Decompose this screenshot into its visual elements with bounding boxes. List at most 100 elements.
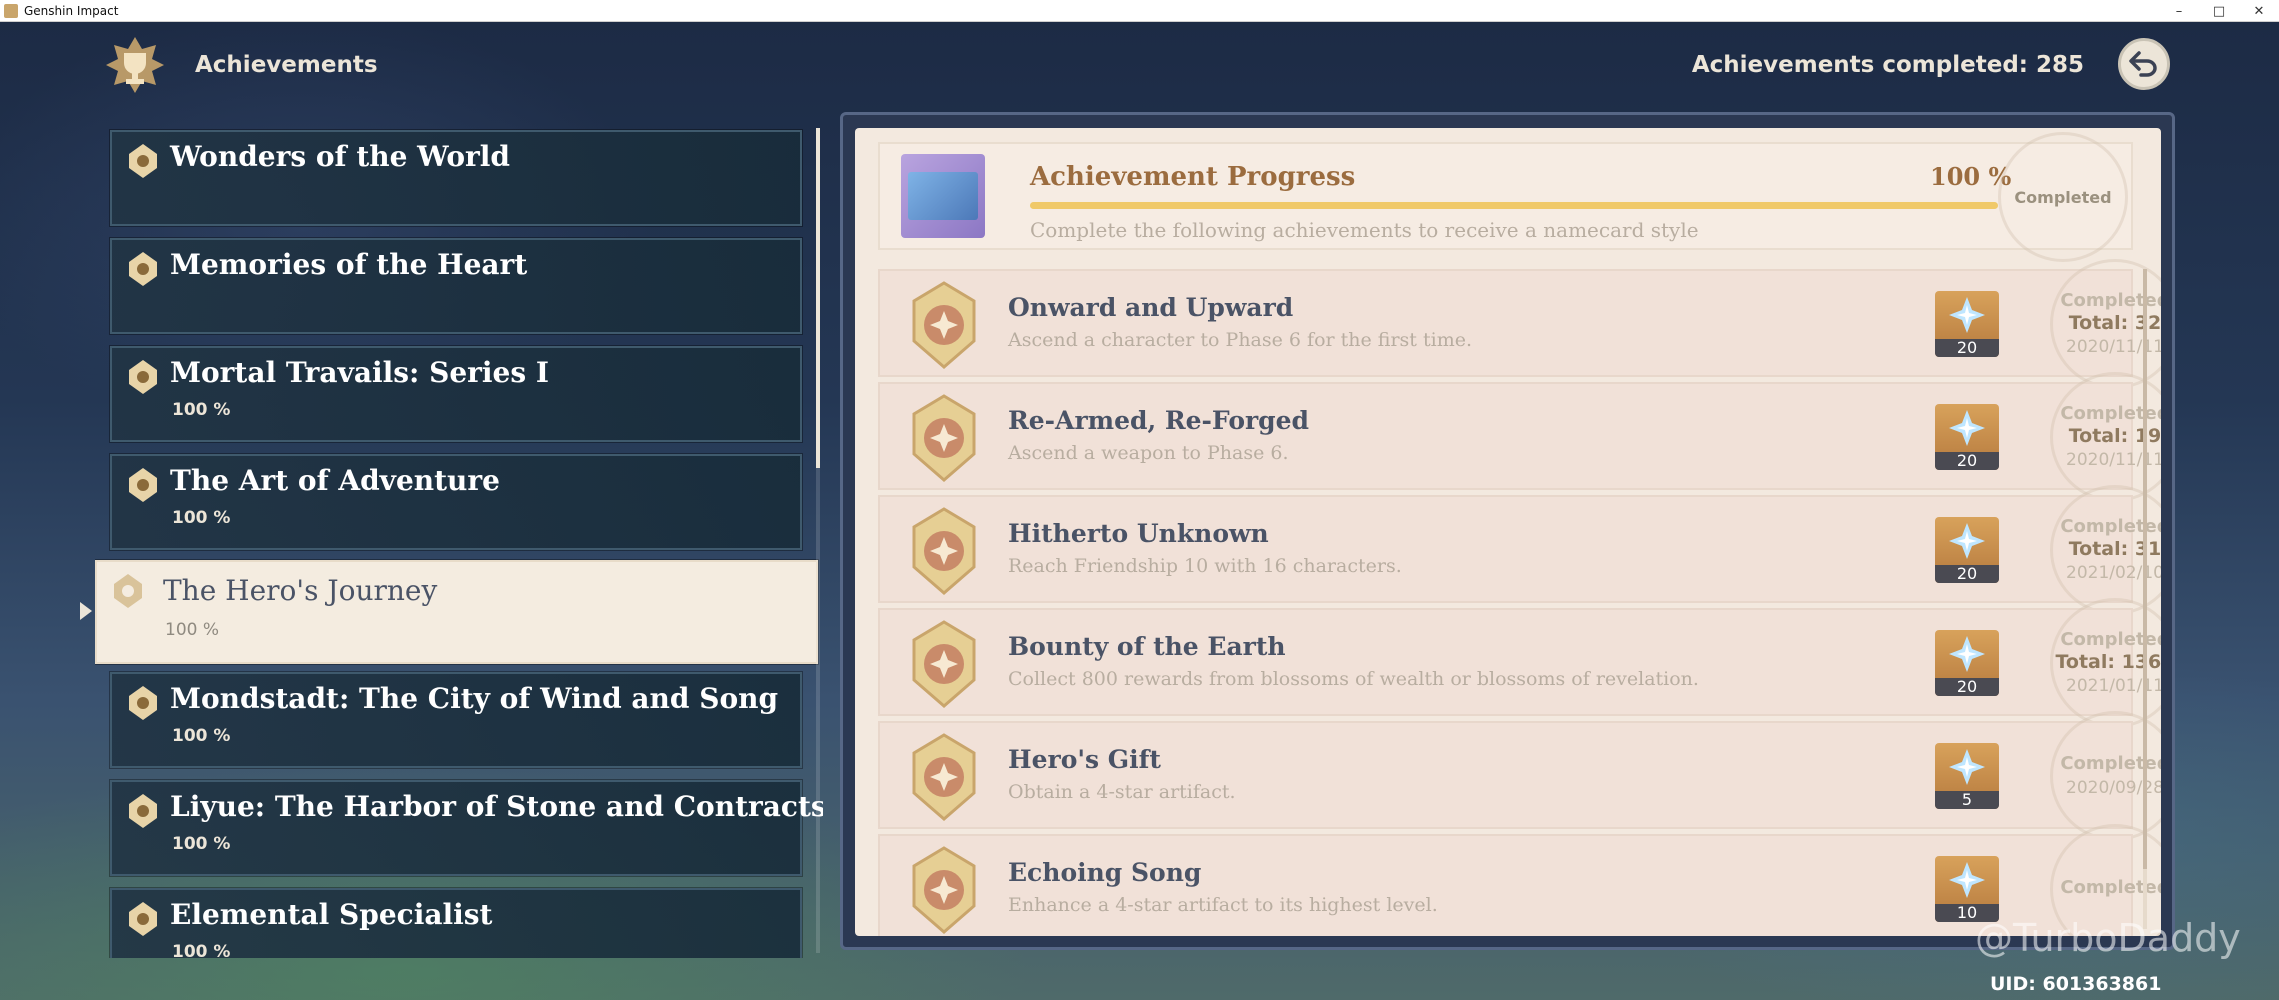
page-title: Achievements <box>195 52 378 78</box>
primogem-icon <box>1949 749 1985 785</box>
achievement-category-icon <box>129 144 157 178</box>
progress-title: Achievement Progress <box>1030 162 1356 192</box>
primogem-reward[interactable]: 10 <box>1935 856 1999 922</box>
category-name: Memories of the Heart <box>170 248 528 281</box>
reward-count: 20 <box>1935 565 1999 583</box>
category-progress: 100 % <box>172 508 231 528</box>
primogem-icon <box>1949 862 1985 898</box>
category-progress: 100 % <box>165 620 220 640</box>
selection-indicator-icon <box>80 602 92 620</box>
category-item[interactable]: The Art of Adventure 100 % <box>109 453 803 551</box>
achievement-total: Total: 19 <box>2068 425 2161 447</box>
achievement-category-icon <box>129 902 157 936</box>
achievement-title: Hero's Gift <box>1008 745 1161 774</box>
achievement-title: Echoing Song <box>1008 858 1202 887</box>
achievement-category-icon <box>129 468 157 502</box>
achievement-medal-icon <box>912 846 976 934</box>
progress-description: Complete the following achievements to r… <box>1030 218 1699 242</box>
category-name: The Hero's Journey <box>163 574 438 607</box>
category-progress: 100 % <box>172 400 231 420</box>
achievement-category-icon <box>114 574 142 608</box>
window-controls: – □ ✕ <box>2159 0 2279 22</box>
achievement-description: Enhance a 4-star artifact to its highest… <box>1008 894 1438 916</box>
category-progress: 100 % <box>172 726 231 746</box>
category-item[interactable]: Wonders of the World <box>109 129 803 227</box>
achievement-row: Onward and Upward Ascend a character to … <box>878 259 2161 389</box>
category-name: Wonders of the World <box>170 140 510 173</box>
achievement-description: Collect 800 rewards from blossoms of wea… <box>1008 668 1699 690</box>
progress-bar-fill <box>1030 202 1998 209</box>
back-arrow-icon <box>2129 51 2157 77</box>
achievement-category-icon <box>129 360 157 394</box>
achievement-row: Re-Armed, Re-Forged Ascend a weapon to P… <box>878 372 2161 502</box>
category-name: The Art of Adventure <box>170 464 500 497</box>
achievement-title: Re-Armed, Re-Forged <box>1008 406 1310 435</box>
achievement-title: Onward and Upward <box>1008 293 1294 322</box>
window-titlebar: Genshin Impact – □ ✕ <box>0 0 2279 22</box>
maximize-button[interactable]: □ <box>2199 0 2239 22</box>
category-item[interactable]: Mortal Travails: Series I 100 % <box>109 345 803 443</box>
primogem-reward[interactable]: 20 <box>1935 630 1999 696</box>
primogem-reward[interactable]: 20 <box>1935 404 1999 470</box>
achievement-category-icon <box>129 794 157 828</box>
category-name: Elemental Specialist <box>170 898 493 931</box>
category-name: Liyue: The Harbor of Stone and Contracts <box>170 790 823 823</box>
achievement-description: Reach Friendship 10 with 16 characters. <box>1008 555 1402 577</box>
category-progress: 100 % <box>172 834 231 854</box>
scrollbar-thumb[interactable] <box>816 128 820 468</box>
app-icon <box>4 3 18 18</box>
achievement-row: Hero's Gift Obtain a 4-star artifact. 5 … <box>878 711 2161 841</box>
achievement-row: Bounty of the Earth Collect 800 rewards … <box>878 598 2161 728</box>
achievement-scrollbar[interactable] <box>2143 269 2147 929</box>
achievement-description: Ascend a weapon to Phase 6. <box>1008 442 1289 464</box>
achievement-medal-icon <box>912 507 976 595</box>
category-item[interactable]: Elemental Specialist 100 % <box>109 887 803 958</box>
progress-bar <box>1030 202 1998 209</box>
achievement-medal-icon <box>912 281 976 369</box>
category-item[interactable]: Mondstadt: The City of Wind and Song 100… <box>109 671 803 769</box>
progress-status: Completed <box>2014 187 2112 207</box>
category-progress: 100 % <box>172 942 231 958</box>
trophy-icon <box>100 34 170 98</box>
primogem-reward[interactable]: 5 <box>1935 743 1999 809</box>
completed-seal: Completed <box>1998 132 2128 262</box>
category-name: Mortal Travails: Series I <box>170 356 549 389</box>
achievement-category-icon <box>129 686 157 720</box>
achievement-progress-card: Achievement Progress 100 % Complete the … <box>878 132 2133 262</box>
primogem-icon <box>1949 523 1985 559</box>
close-button[interactable]: ✕ <box>2239 0 2279 22</box>
achievement-total: Total: 31 <box>2068 538 2161 560</box>
primogem-icon <box>1949 636 1985 672</box>
category-item[interactable]: Memories of the Heart <box>109 237 803 335</box>
achievement-row: Echoing Song Enhance a 4-star artifact t… <box>878 824 2161 936</box>
primogem-reward[interactable]: 20 <box>1935 517 1999 583</box>
category-scrollbar[interactable] <box>816 128 820 953</box>
reward-count: 20 <box>1935 678 1999 696</box>
achievement-description: Obtain a 4-star artifact. <box>1008 781 1236 803</box>
category-item-selected[interactable]: The Hero's Journey 100 % <box>95 559 819 665</box>
achievement-category-icon <box>129 252 157 286</box>
namecard-reward-icon[interactable] <box>901 154 985 238</box>
achievement-medal-icon <box>912 394 976 482</box>
primogem-icon <box>1949 410 1985 446</box>
category-item[interactable]: Liyue: The Harbor of Stone and Contracts… <box>109 779 823 877</box>
achievement-title: Bounty of the Earth <box>1008 632 1286 661</box>
achievement-medal-icon <box>912 620 976 708</box>
primogem-reward[interactable]: 20 <box>1935 291 1999 357</box>
reward-count: 5 <box>1935 791 1999 809</box>
achievement-description: Ascend a character to Phase 6 for the fi… <box>1008 329 1472 351</box>
achievement-row: Hitherto Unknown Reach Friendship 10 wit… <box>878 485 2161 615</box>
achievement-medal-icon <box>912 733 976 821</box>
minimize-button[interactable]: – <box>2159 0 2199 22</box>
reward-count: 20 <box>1935 452 1999 470</box>
reward-count: 20 <box>1935 339 1999 357</box>
category-list: Wonders of the World Memories of the Hea… <box>95 128 823 958</box>
scrollbar-thumb[interactable] <box>2143 269 2147 869</box>
window-title: Genshin Impact <box>24 3 119 18</box>
back-button[interactable] <box>2118 38 2170 90</box>
category-name: Mondstadt: The City of Wind and Song <box>170 682 779 715</box>
achievement-title: Hitherto Unknown <box>1008 519 1269 548</box>
achievement-total: Total: 32 <box>2068 312 2161 334</box>
achievement-list: Onward and Upward Ascend a character to … <box>878 259 2161 936</box>
player-uid: UID: 601363861 <box>1990 973 2162 995</box>
